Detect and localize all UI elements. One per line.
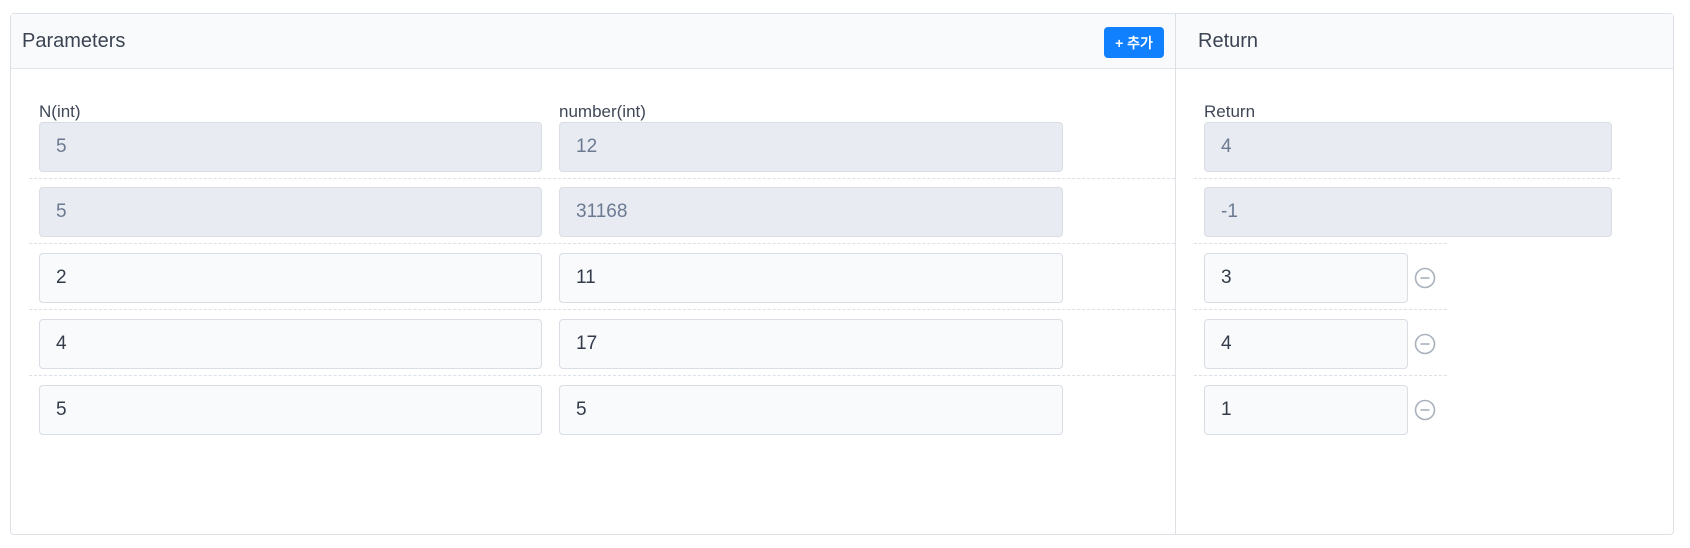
return-field: 4 [1204,122,1612,172]
return-field: -1 [1204,187,1612,237]
return-title: Return [1198,29,1259,52]
row-separator [29,309,1175,310]
return-section: Return Return 4 -1 3 4 1 [1176,14,1673,534]
param-number-input[interactable]: 11 [559,253,1063,303]
param-number-input[interactable]: 5 [559,385,1063,435]
row-separator [1194,375,1447,376]
param-number-field: 31168 [559,187,1063,237]
param-n-input[interactable]: 2 [39,253,542,303]
row-separator [1194,309,1447,310]
add-test-case-button[interactable]: + 추가 [1104,27,1164,58]
parameters-title: Parameters [22,29,126,52]
param-number-field: 12 [559,122,1063,172]
return-header: Return [1176,14,1673,69]
row-separator [1194,243,1447,244]
column-label-n: N(int) [39,102,81,121]
param-n-field: 5 [39,122,542,172]
minus-circle-icon [1414,333,1436,355]
column-label-return: Return [1204,102,1256,121]
remove-row-button[interactable] [1413,398,1437,422]
remove-row-button[interactable] [1413,266,1437,290]
row-separator [29,243,1175,244]
row-separator [29,375,1175,376]
remove-row-button[interactable] [1413,332,1437,356]
test-case-panel: Parameters + 추가 N(int) number(int) 5 12 … [10,13,1674,535]
column-label-number: number(int) [559,102,646,121]
parameters-header: Parameters + 추가 [11,14,1175,69]
param-number-input[interactable]: 17 [559,319,1063,369]
parameters-section: Parameters + 추가 N(int) number(int) 5 12 … [11,14,1176,534]
row-separator [1194,178,1620,179]
param-n-input[interactable]: 5 [39,385,542,435]
return-input[interactable]: 1 [1204,385,1408,435]
return-input[interactable]: 3 [1204,253,1408,303]
minus-circle-icon [1414,267,1436,289]
row-separator [29,178,1175,179]
return-input[interactable]: 4 [1204,319,1408,369]
minus-circle-icon [1414,399,1436,421]
param-n-field: 5 [39,187,542,237]
param-n-input[interactable]: 4 [39,319,542,369]
